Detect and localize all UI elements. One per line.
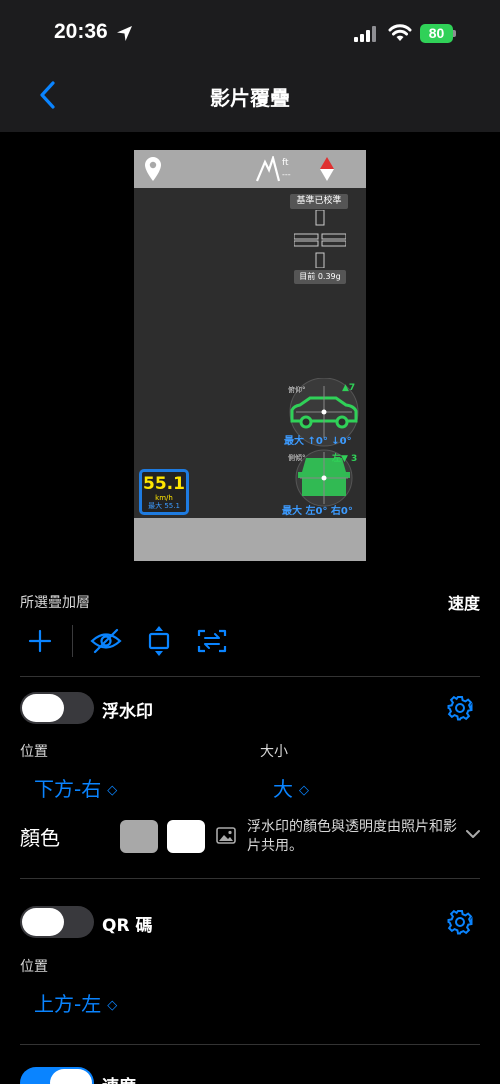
section-divider (20, 1044, 480, 1045)
up-down-chevron-icon: ◇ (107, 998, 118, 1013)
qr-position-label: 位置 (20, 959, 48, 975)
watermark-color-note: 浮水印的顏色與透明度由照片和影片共用。 (247, 819, 457, 854)
status-time: 20:36 (54, 20, 108, 43)
speed-widget: 55.1 km/h 最大 55.1 (139, 469, 189, 515)
roll-max: 最大 左0° 右0° (282, 506, 353, 517)
page-title: 影片覆疊 (210, 86, 290, 110)
battery-level: 80 (420, 24, 453, 43)
pitch-label: 俯仰° (288, 386, 306, 394)
calibration-badge: 基準已校準 (290, 194, 348, 209)
altitude-mountain-icon (256, 156, 280, 182)
add-layer-icon[interactable] (26, 627, 54, 655)
qr-position-picker[interactable]: 上方-左 ◇ (34, 988, 117, 1017)
video-preview: ft --- 基準已校準 目前 0.39g 俯仰° ▲7 最大 ↑0° ↓0° (134, 150, 366, 561)
altitude-unit: ft (282, 158, 289, 168)
qr-code-title: QR 碼 (102, 916, 153, 936)
up-down-chevron-icon: ◇ (107, 783, 118, 798)
location-pin-icon (145, 157, 161, 181)
compass-icon (320, 157, 334, 181)
watermark-size-picker[interactable]: 大 ◇ (273, 773, 309, 802)
pitch-max: 最大 ↑0° ↓0° (284, 436, 352, 447)
pitch-value: ▲7 (342, 383, 356, 393)
up-down-chevron-icon: ◇ (299, 783, 309, 798)
watermark-color-swatch[interactable] (120, 820, 158, 853)
watermark-settings-gear-icon[interactable] (447, 695, 473, 721)
gforce-crosshair (294, 210, 346, 268)
roll-value: 左▼ 3 (332, 454, 358, 464)
watermark-title: 浮水印 (102, 702, 153, 722)
watermark-position-label: 位置 (20, 744, 48, 760)
speed-unit: km/h (155, 494, 173, 502)
resize-layer-icon[interactable] (197, 627, 227, 655)
hide-layer-icon[interactable] (90, 627, 122, 655)
speed-title: 速度 (102, 1072, 136, 1084)
location-arrow-icon (117, 26, 132, 41)
align-center-icon[interactable] (145, 625, 173, 657)
watermark-size-value: 大 (273, 777, 293, 801)
selected-layer-value: 速度 (447, 594, 480, 613)
watermark-toggle[interactable] (20, 692, 94, 724)
gforce-readout: 目前 0.39g (294, 270, 346, 284)
cellular-signal-icon (354, 26, 376, 42)
photo-icon (216, 827, 236, 844)
speed-max: 最大 55.1 (148, 502, 180, 510)
speed-toggle[interactable] (20, 1067, 94, 1084)
toolbar-divider (72, 625, 73, 657)
roll-label: 側傾° (288, 454, 306, 462)
watermark-position-value: 下方-右 (34, 777, 102, 801)
qr-code-toggle[interactable] (20, 906, 94, 938)
watermark-size-label: 大小 (260, 744, 288, 760)
speed-value: 55.1 (143, 474, 185, 494)
selected-layer-label: 所選疊加層 (20, 595, 90, 611)
qr-position-value: 上方-左 (34, 992, 102, 1016)
section-divider (20, 676, 480, 677)
chevron-down-icon[interactable] (466, 829, 480, 839)
watermark-position-picker[interactable]: 下方-右 ◇ (34, 773, 117, 802)
battery-cap (453, 30, 456, 37)
preview-bottom-bar (134, 518, 366, 561)
watermark-color-label: 顏色 (20, 826, 60, 850)
qr-settings-gear-icon[interactable] (447, 909, 473, 935)
battery-indicator: 80 (420, 24, 456, 43)
wifi-icon (388, 24, 412, 41)
altitude-value: --- (282, 170, 291, 179)
watermark-background-swatch[interactable] (167, 820, 205, 853)
section-divider (20, 878, 480, 879)
